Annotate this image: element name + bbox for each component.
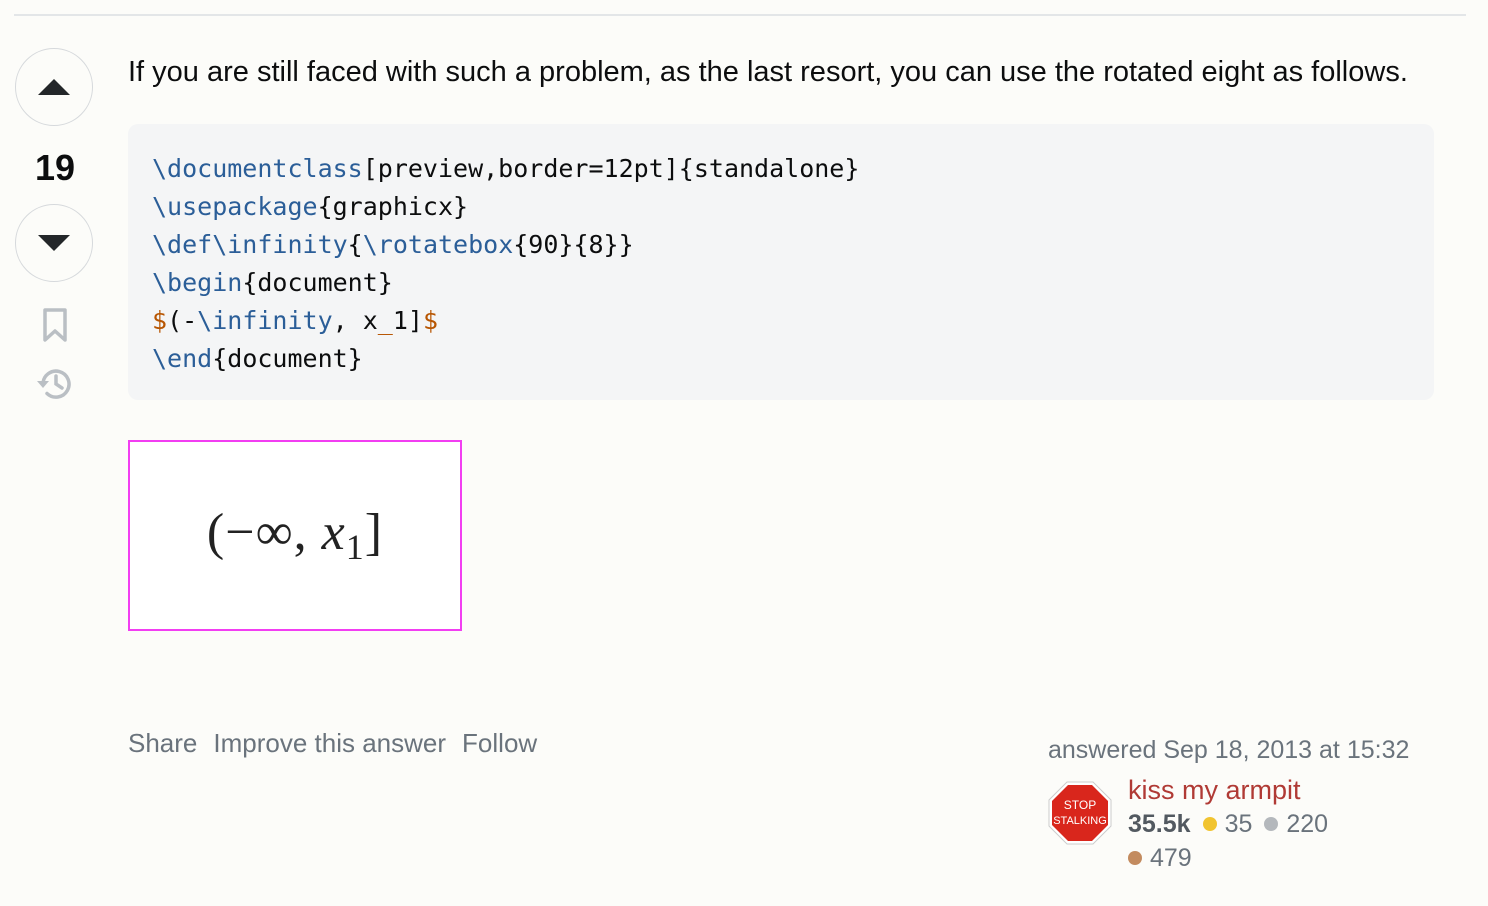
code-line: \usepackage{graphicx}	[152, 192, 469, 221]
code-line: \begin{document}	[152, 268, 393, 297]
rendered-output-image: (−∞, x1]	[128, 440, 462, 631]
reputation-score: 35.5k	[1128, 810, 1191, 838]
svg-text:STOP: STOP	[1064, 798, 1096, 812]
timeline-button[interactable]	[14, 366, 96, 402]
post-menu: Share Improve this answer Follow	[128, 728, 537, 759]
history-icon	[37, 369, 71, 399]
vote-column: 19	[14, 48, 96, 402]
code-line: \def\infinity{\rotatebox{90}{8}}	[152, 230, 634, 259]
post-body: If you are still faced with such a probl…	[128, 50, 1434, 631]
bookmark-icon	[43, 308, 67, 342]
silver-badge-icon	[1264, 817, 1279, 831]
arrow-down-icon	[38, 235, 70, 251]
downvote-button[interactable]	[15, 204, 93, 282]
upvote-button[interactable]	[15, 48, 93, 126]
gold-badge-icon	[1202, 817, 1217, 831]
arrow-up-icon	[38, 79, 70, 95]
user-name-link[interactable]: kiss my armpit	[1128, 773, 1388, 807]
code-block: \documentclass[preview,border=12pt]{stan…	[128, 124, 1434, 400]
gold-badges: 35	[1202, 807, 1252, 841]
infinity-symbol: ∞	[255, 504, 294, 561]
bronze-badges: 479	[1128, 841, 1192, 875]
svg-text:STALKING: STALKING	[1053, 815, 1107, 827]
answered-timestamp: answered Sep 18, 2013 at 15:32	[1048, 736, 1410, 764]
code-line: $(-\infinity, x_1]$	[152, 306, 439, 335]
rendered-math: (−∞, x1]	[206, 504, 384, 567]
user-card: answered Sep 18, 2013 at 15:32 STOP STAL…	[1048, 736, 1428, 875]
bookmark-button[interactable]	[14, 308, 96, 342]
share-link[interactable]: Share	[128, 728, 197, 759]
vote-count: 19	[34, 147, 76, 188]
top-divider	[14, 14, 1466, 16]
follow-link[interactable]: Follow	[462, 728, 537, 759]
bronze-badge-icon	[1128, 851, 1142, 865]
code-line: \documentclass[preview,border=12pt]{stan…	[152, 154, 860, 183]
answer-text: If you are still faced with such a probl…	[128, 56, 1408, 88]
avatar[interactable]: STOP STALKING	[1048, 781, 1112, 845]
reputation-line: 35.5k 35 220 479	[1128, 807, 1388, 875]
improve-answer-link[interactable]: Improve this answer	[213, 728, 446, 759]
silver-badges: 220	[1264, 807, 1328, 841]
code-line: \end{document}	[152, 344, 363, 373]
